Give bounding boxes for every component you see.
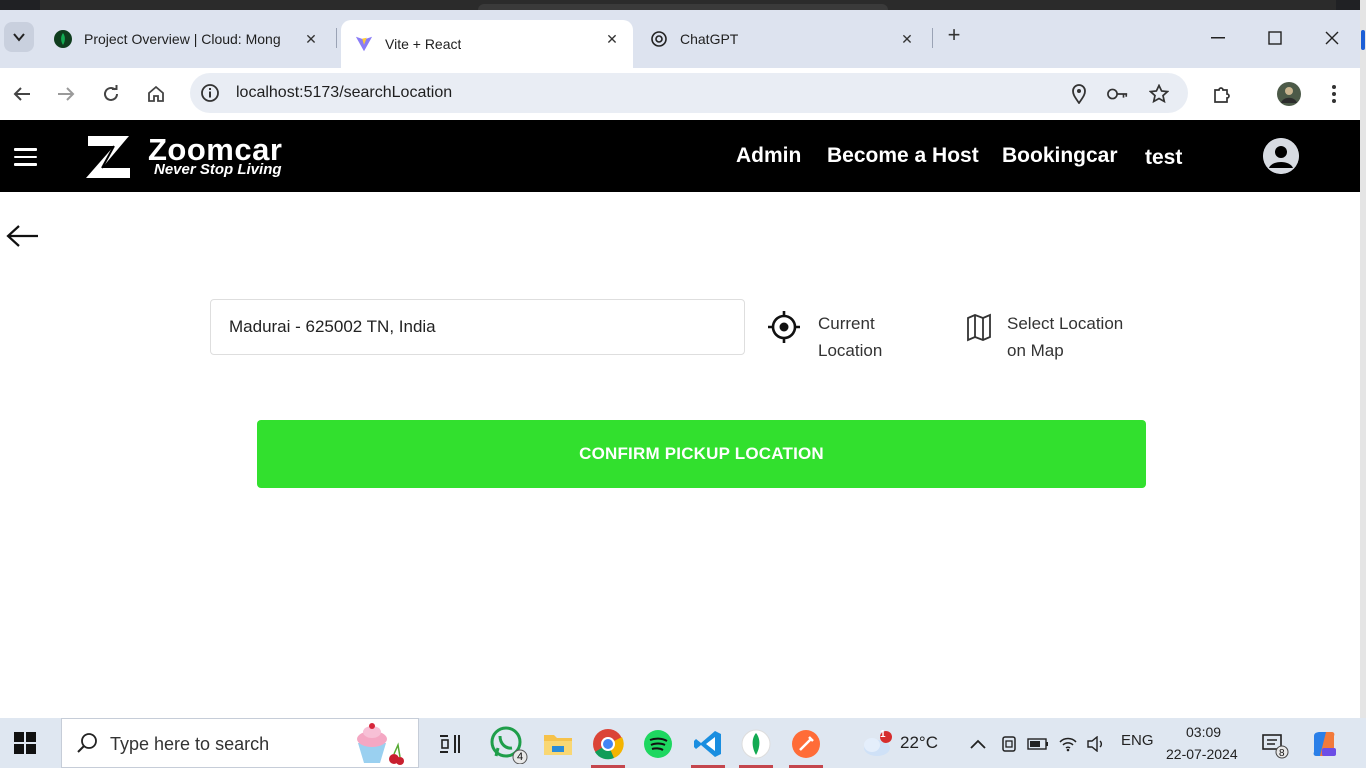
close-icon[interactable]: ✕ — [302, 30, 320, 48]
forward-button[interactable] — [52, 80, 80, 108]
openai-logo-icon — [650, 30, 668, 48]
windows-taskbar: Type here to search 4 1 22°C ENG 03:09 2… — [0, 718, 1366, 768]
nav-admin[interactable]: Admin — [736, 144, 801, 168]
taskbar-search-placeholder: Type here to search — [110, 734, 270, 754]
search-icon — [76, 732, 98, 754]
whatsapp-icon[interactable]: 4 — [488, 724, 528, 764]
clock-time[interactable]: 03:09 — [1186, 724, 1221, 740]
notification-center-icon[interactable]: 8 — [1258, 724, 1290, 764]
close-icon[interactable]: ✕ — [898, 30, 916, 48]
mongodb-leaf-icon — [54, 30, 72, 48]
address-bar: localhost:5173/searchLocation — [0, 68, 1360, 120]
back-arrow-icon[interactable] — [6, 224, 40, 248]
battery-icon[interactable] — [1026, 724, 1050, 764]
tab-title: Vite + React — [385, 36, 462, 52]
nav-become-host[interactable]: Become a Host — [827, 144, 979, 168]
profile-button[interactable] — [1275, 80, 1303, 108]
user-avatar-icon — [1263, 138, 1299, 174]
hamburger-menu-icon[interactable] — [14, 148, 38, 166]
profile-avatar-icon — [1277, 82, 1301, 106]
spotify-icon[interactable] — [638, 724, 678, 764]
minimize-button[interactable] — [1203, 28, 1233, 48]
browser-tab-strip: Project Overview | Cloud: Mong ✕ Vite + … — [0, 0, 1366, 68]
user-avatar[interactable] — [1263, 138, 1299, 174]
minimize-icon — [1211, 37, 1225, 39]
tab-title: ChatGPT — [680, 31, 739, 47]
task-view-icon[interactable] — [430, 724, 470, 764]
puzzle-icon — [1214, 87, 1230, 103]
maximize-button[interactable] — [1260, 28, 1290, 48]
home-button[interactable] — [142, 80, 170, 108]
reload-icon — [104, 85, 118, 101]
tab-title: Project Overview | Cloud: Mong — [84, 31, 281, 47]
bookmark-star-icon[interactable] — [1148, 83, 1170, 105]
mongodb-compass-icon[interactable] — [736, 724, 776, 768]
reload-button[interactable] — [97, 80, 125, 108]
more-vertical-icon — [1332, 85, 1336, 103]
vscode-icon[interactable] — [688, 724, 728, 768]
extensions-button[interactable] — [1208, 80, 1236, 108]
wifi-icon[interactable] — [1056, 724, 1080, 764]
menu-button[interactable] — [1320, 80, 1348, 108]
maximize-icon — [1268, 31, 1282, 45]
close-window-button[interactable] — [1317, 28, 1347, 48]
app-header: Zoomcar Never Stop Living Admin Become a… — [0, 120, 1360, 192]
vite-logo-icon — [355, 35, 373, 53]
windows-start-icon[interactable] — [14, 732, 36, 754]
new-tab-button[interactable]: + — [942, 24, 966, 48]
postman-icon[interactable] — [786, 724, 826, 768]
current-location-label: Current Location — [818, 314, 883, 360]
tray-chevron-up-icon[interactable] — [958, 724, 998, 764]
volume-icon[interactable] — [1084, 724, 1108, 764]
omnibox[interactable]: localhost:5173/searchLocation — [190, 73, 1188, 113]
weather-temp[interactable]: 22°C — [900, 733, 938, 753]
notification-badge: 8 — [1279, 748, 1285, 759]
brand-tagline: Never Stop Living — [154, 161, 282, 178]
back-button[interactable] — [8, 80, 36, 108]
clock-date[interactable]: 22-07-2024 — [1166, 746, 1238, 762]
file-explorer-icon[interactable] — [538, 724, 578, 764]
url-text: localhost:5173/searchLocation — [236, 84, 453, 101]
meet-now-icon[interactable] — [998, 724, 1020, 764]
chrome-icon[interactable] — [588, 724, 628, 768]
current-location-button[interactable]: Current Location — [767, 310, 882, 364]
map-icon — [964, 310, 998, 344]
location-pin-icon[interactable] — [1068, 83, 1090, 105]
crosshair-icon — [767, 310, 801, 344]
close-icon — [1325, 31, 1339, 45]
tab-vite-react[interactable]: Vite + React ✕ — [341, 20, 633, 68]
select-on-map-label: Select Location on Map — [1007, 314, 1124, 360]
arrow-right-icon — [58, 87, 75, 101]
weather-badge: 1 — [880, 729, 886, 740]
zoomcar-logo[interactable]: Zoomcar Never Stop Living — [84, 132, 304, 182]
nav-bookingcar[interactable]: Bookingcar — [1002, 144, 1118, 168]
taskbar-search[interactable]: Type here to search — [61, 718, 419, 768]
tab-bar: Project Overview | Cloud: Mong ✕ Vite + … — [0, 10, 1360, 68]
tab-project-overview[interactable]: Project Overview | Cloud: Mong ✕ — [40, 20, 332, 58]
arrow-left-icon — [13, 87, 30, 101]
select-on-map-button[interactable]: Select Location on Map — [964, 310, 1123, 364]
weather-cloud-icon[interactable]: 1 — [856, 724, 896, 764]
window-edge — [1360, 0, 1366, 718]
home-icon — [148, 85, 164, 102]
confirm-pickup-button[interactable]: CONFIRM PICKUP LOCATION — [257, 420, 1146, 488]
copilot-icon[interactable] — [1306, 724, 1342, 764]
site-info-icon[interactable] — [200, 83, 220, 103]
cupcake-illustration-icon — [350, 723, 406, 767]
tab-chatgpt[interactable]: ChatGPT ✕ — [636, 20, 928, 58]
close-icon[interactable]: ✕ — [603, 30, 621, 48]
password-key-icon[interactable] — [1107, 83, 1129, 105]
location-search-input[interactable] — [210, 299, 745, 355]
nav-user-name[interactable]: test — [1145, 146, 1182, 170]
zoomcar-z-icon — [86, 136, 130, 178]
tab-search-button[interactable] — [4, 22, 34, 52]
language-indicator[interactable]: ENG — [1121, 732, 1154, 749]
window-top-edge — [0, 0, 1366, 12]
whatsapp-badge: 4 — [517, 751, 524, 763]
chevron-down-icon — [13, 33, 25, 42]
